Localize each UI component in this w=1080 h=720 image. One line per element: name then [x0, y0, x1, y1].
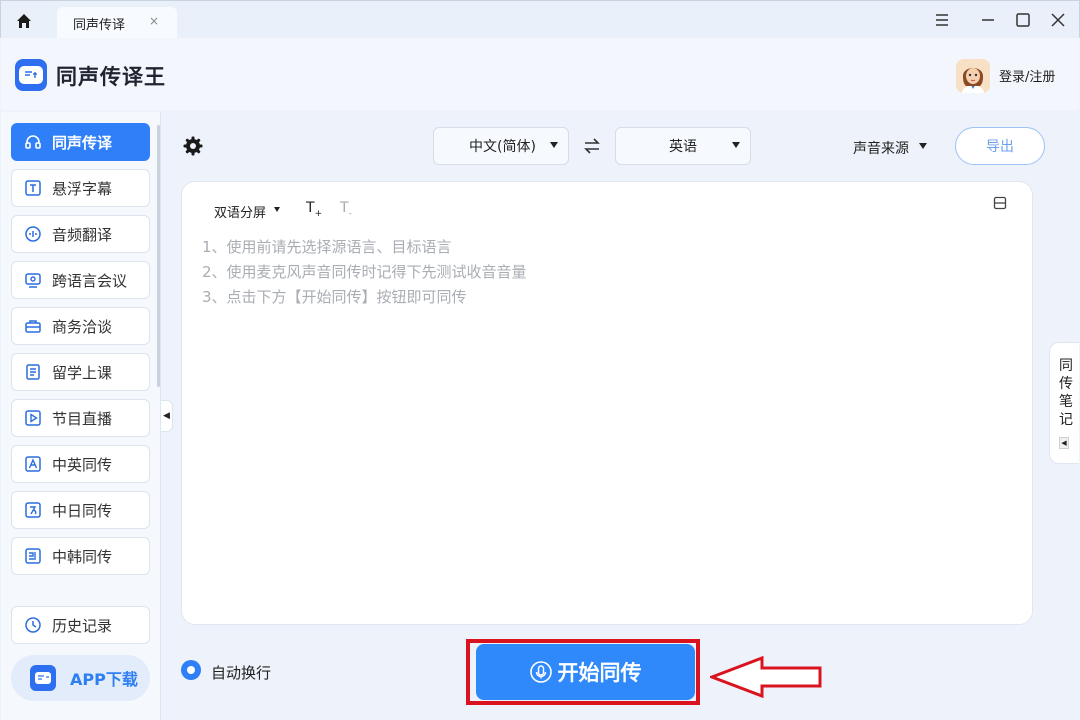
sidebar-scrollbar[interactable] — [157, 125, 160, 387]
tab-simultaneous-interpretation[interactable]: 同声传译 × — [57, 7, 177, 39]
app-logo-icon — [30, 665, 56, 691]
source-language-value: 中文(简体) — [469, 139, 536, 155]
hint-line: 2、使用麦克风声音同传时记得下先测试收音音量 — [202, 263, 527, 281]
start-button-label: 开始同传 — [557, 661, 642, 685]
avatar[interactable] — [956, 59, 990, 93]
target-language-select[interactable]: 英语 — [615, 127, 751, 165]
chevron-left-icon[interactable]: ◀ — [1059, 437, 1069, 449]
home-icon[interactable] — [13, 10, 35, 32]
pointer-arrow-icon — [707, 655, 822, 699]
sidebar-collapse-icon[interactable]: ◀ — [161, 400, 173, 432]
sidebar-item-study-abroad-class[interactable]: 留学上课 — [11, 353, 150, 391]
microphone-icon — [529, 661, 552, 683]
sidebar-item-zh-ko[interactable]: 中韩同传 — [11, 537, 150, 575]
letter-a-icon — [24, 455, 42, 473]
auto-wrap-radio[interactable] — [181, 660, 201, 680]
source-language-select[interactable]: 中文(简体) — [433, 127, 569, 165]
app-download-label: APP下载 — [70, 670, 138, 689]
hint-line: 1、使用前请先选择源语言、目标语言 — [202, 238, 452, 256]
sidebar-item-label: 中日同传 — [52, 501, 113, 520]
chevron-down-icon — [732, 142, 740, 148]
sidebar-item-label: 同声传译 — [52, 133, 113, 152]
japanese-icon — [24, 501, 42, 519]
play-icon — [24, 409, 42, 427]
sidebar-item-audio-translation[interactable]: 音频翻译 — [11, 215, 150, 253]
font-increase-icon[interactable]: T+ — [306, 200, 322, 219]
notes-tab-label: 同传笔记 — [1059, 358, 1073, 428]
export-button[interactable]: 导出 — [955, 127, 1045, 165]
sidebar-item-label: 中韩同传 — [52, 547, 113, 566]
sidebar-item-label: 商务洽谈 — [52, 317, 113, 336]
maximize-icon[interactable] — [1012, 9, 1034, 31]
split-mode-dropdown[interactable]: 双语分屏 — [214, 202, 266, 221]
sidebar-item-label: 历史记录 — [52, 616, 113, 635]
sidebar-item-floating-subtitles[interactable]: 悬浮字幕 — [11, 169, 150, 207]
app-logo-icon — [15, 59, 47, 91]
app-header: 同声传译王 登录/注册 — [1, 38, 1079, 110]
headset-icon — [24, 133, 42, 151]
sidebar-item-business-negotiation[interactable]: 商务洽谈 — [11, 307, 150, 345]
font-decrease-icon[interactable]: T- — [340, 200, 352, 219]
tab-close-icon[interactable]: × — [149, 14, 159, 28]
transcript-panel: 双语分屏 T+ T- 1、使用前请先选择源语言、目标语言 2、使用麦克风声音同传… — [181, 181, 1033, 625]
split-layout-icon[interactable] — [993, 195, 1007, 210]
swap-languages-icon[interactable] — [582, 136, 602, 156]
chevron-down-icon[interactable] — [919, 143, 927, 149]
minimize-icon[interactable] — [977, 9, 999, 31]
sound-source-dropdown[interactable]: 声音来源 — [853, 138, 909, 158]
text-box-icon — [24, 179, 42, 197]
app-download-button[interactable]: APP下载 — [11, 655, 150, 701]
sidebar-item-zh-ja[interactable]: 中日同传 — [11, 491, 150, 529]
gear-icon[interactable] — [182, 135, 204, 157]
chevron-down-icon[interactable] — [274, 207, 280, 212]
korean-icon — [24, 547, 42, 565]
book-icon — [24, 363, 42, 381]
sidebar-item-label: 中英同传 — [52, 455, 113, 474]
title-bar: 同声传译 × — [0, 0, 1080, 39]
login-register-link[interactable]: 登录/注册 — [999, 66, 1055, 85]
sidebar-item-label: 跨语言会议 — [52, 271, 128, 290]
sidebar-item-history[interactable]: 历史记录 — [11, 606, 150, 644]
target-language-value: 英语 — [669, 139, 697, 155]
close-icon[interactable] — [1047, 9, 1069, 31]
auto-wrap-label: 自动换行 — [211, 664, 272, 682]
start-interpretation-button[interactable]: 开始同传 — [476, 644, 695, 700]
sidebar-item-live-broadcast[interactable]: 节目直播 — [11, 399, 150, 437]
tab-label: 同声传译 — [73, 18, 126, 33]
meeting-icon — [24, 271, 42, 289]
notes-side-tab[interactable]: 同传笔记 ◀ — [1049, 342, 1079, 464]
briefcase-icon — [24, 317, 42, 335]
app-title: 同声传译王 — [56, 65, 166, 89]
sidebar-item-label: 音频翻译 — [52, 225, 113, 244]
sidebar-item-label: 节目直播 — [52, 409, 113, 428]
audio-wave-icon — [24, 225, 42, 243]
clock-icon — [24, 616, 42, 634]
sidebar-item-cross-language-meeting[interactable]: 跨语言会议 — [11, 261, 150, 299]
sidebar-item-label: 悬浮字幕 — [52, 179, 113, 198]
chevron-down-icon — [550, 142, 558, 148]
menu-icon[interactable] — [931, 9, 953, 31]
hint-line: 3、点击下方【开始同传】按钮即可同传 — [202, 288, 467, 306]
sidebar-item-label: 留学上课 — [52, 363, 113, 382]
sidebar-item-simultaneous[interactable]: 同声传译 — [11, 123, 150, 161]
sidebar-item-zh-en[interactable]: 中英同传 — [11, 445, 150, 483]
